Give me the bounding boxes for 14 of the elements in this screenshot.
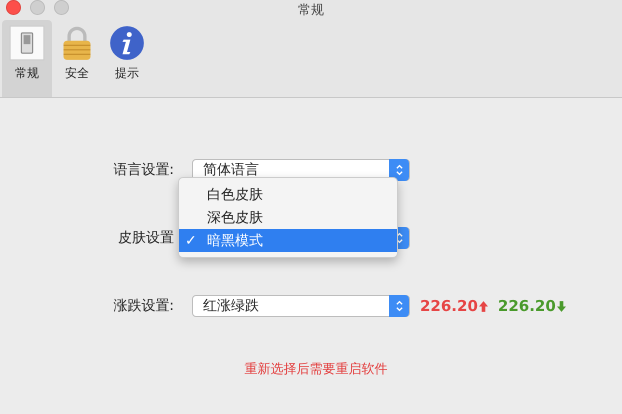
toolbar-tab[interactable]: 常规 [2, 20, 52, 97]
menu-item[interactable]: 深色皮肤 [179, 206, 397, 229]
window-title: 常规 [298, 2, 324, 19]
toolbar-tab[interactable]: 安全 [52, 20, 102, 97]
toolbar-tab[interactable]: 提示 [102, 20, 152, 97]
menu-item[interactable]: ✓ 暗黑模式 [179, 229, 397, 252]
setting-label: 涨跌设置: [112, 297, 175, 315]
setting-label: 皮肤设置 [117, 229, 175, 247]
price-value: 226.20 [498, 297, 556, 315]
restart-notice: 重新选择后需要重启软件 [244, 361, 388, 378]
price-value: 226.20 [420, 297, 478, 315]
dropdown[interactable]: 红涨绿跌 [192, 295, 410, 317]
setting-label: 语言设置: [112, 161, 175, 179]
menu-item[interactable]: 白色皮肤 [179, 183, 397, 206]
